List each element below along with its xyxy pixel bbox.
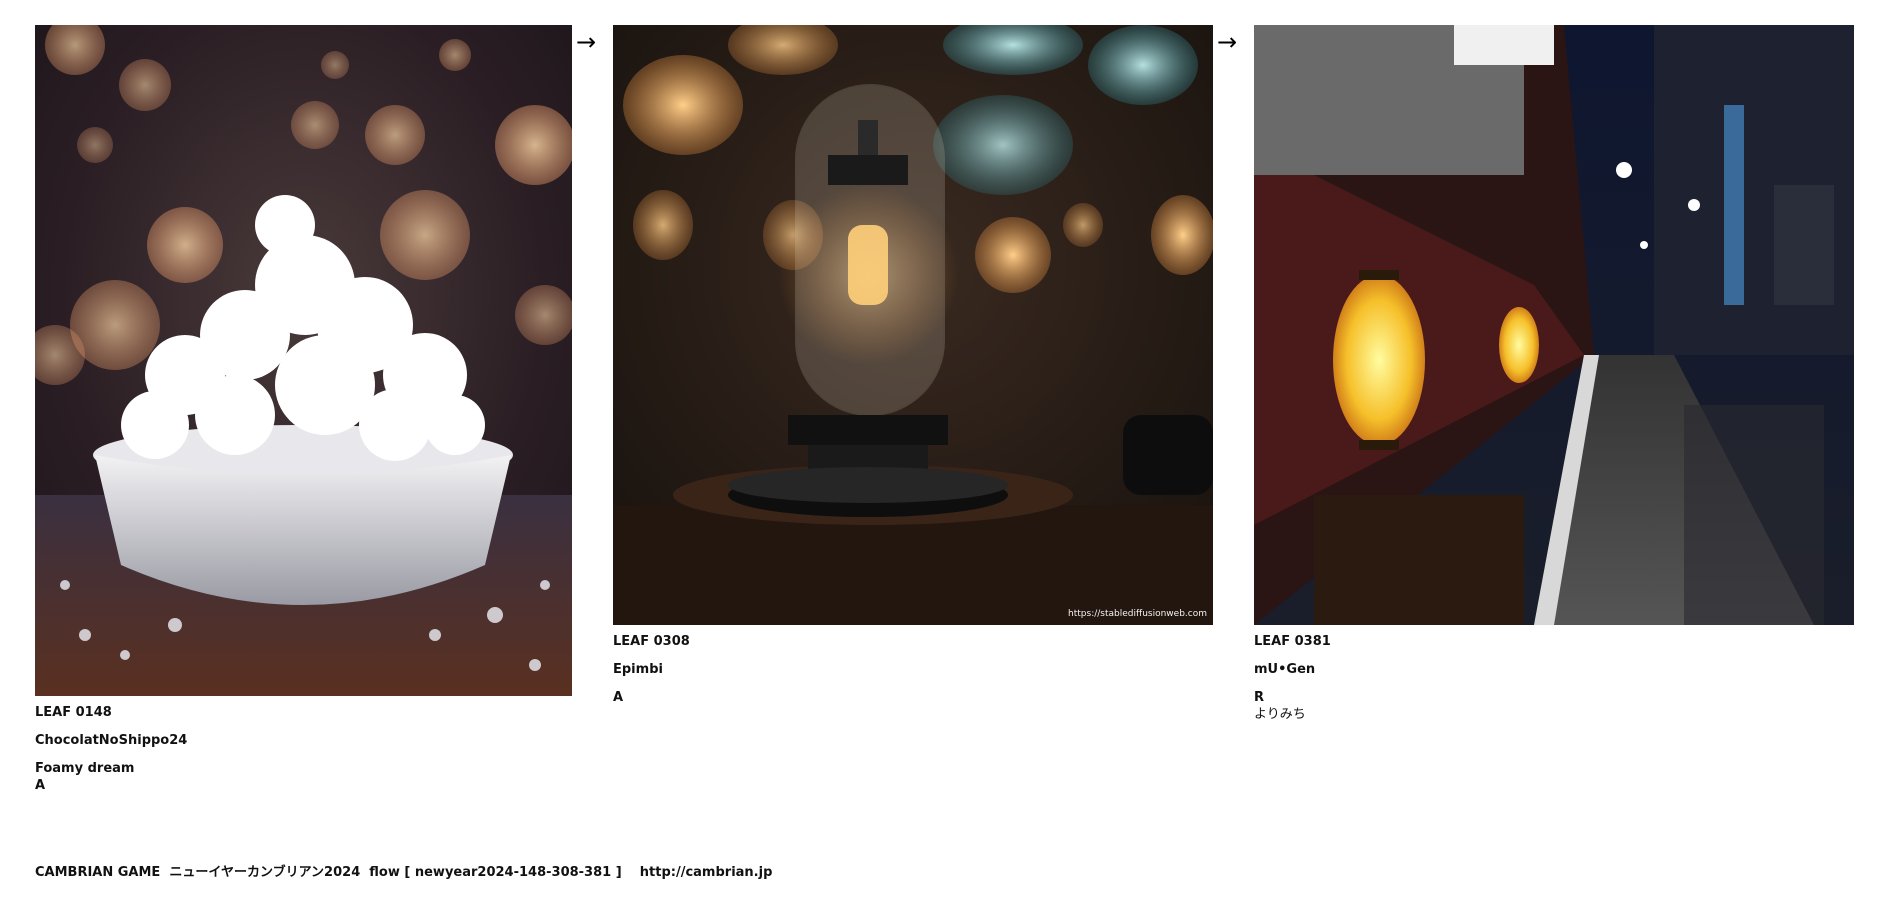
leaf-title: Foamy dream [35, 761, 135, 776]
leaf-id: LEAF 0148 [35, 705, 112, 720]
leaf-image-0308[interactable]: https://stablediffusionweb.com [613, 25, 1213, 625]
arrow-right-icon: → [1217, 28, 1238, 56]
leaf-card-0148[interactable]: LEAF 0148 ChocolatNoShippo24 Foamy dream… [35, 25, 572, 794]
footer-text: CAMBRIAN GAME ニューイヤーカンブリアン2024 flow [ ne… [35, 865, 773, 880]
author-name[interactable]: Epimbi [613, 661, 1213, 678]
leaf-subtitle: よりみち [1254, 707, 1306, 722]
alley-lanterns-image [1254, 25, 1854, 625]
leaf-title: A [613, 690, 624, 705]
watermark-text: https://stablediffusionweb.com [1068, 609, 1207, 619]
leaf-image-0148[interactable] [35, 25, 572, 696]
bulb-lamp-image [613, 25, 1213, 625]
foamy-bowl-image [35, 25, 572, 696]
leaf-title: R [1254, 690, 1265, 705]
leaf-image-0381[interactable] [1254, 25, 1854, 625]
leaf-id: LEAF 0308 [613, 634, 690, 649]
leaf-card-0308[interactable]: https://stablediffusionweb.com LEAF 0308… [613, 25, 1213, 706]
leaf-id: LEAF 0381 [1254, 634, 1331, 649]
author-name[interactable]: ChocolatNoShippo24 [35, 732, 572, 749]
leaf-rank: A [35, 778, 46, 793]
author-name[interactable]: mU•Gen [1254, 661, 1854, 678]
arrow-right-icon: → [576, 28, 597, 56]
leaf-card-0381[interactable]: LEAF 0381 mU•Gen R よりみち [1254, 25, 1854, 723]
